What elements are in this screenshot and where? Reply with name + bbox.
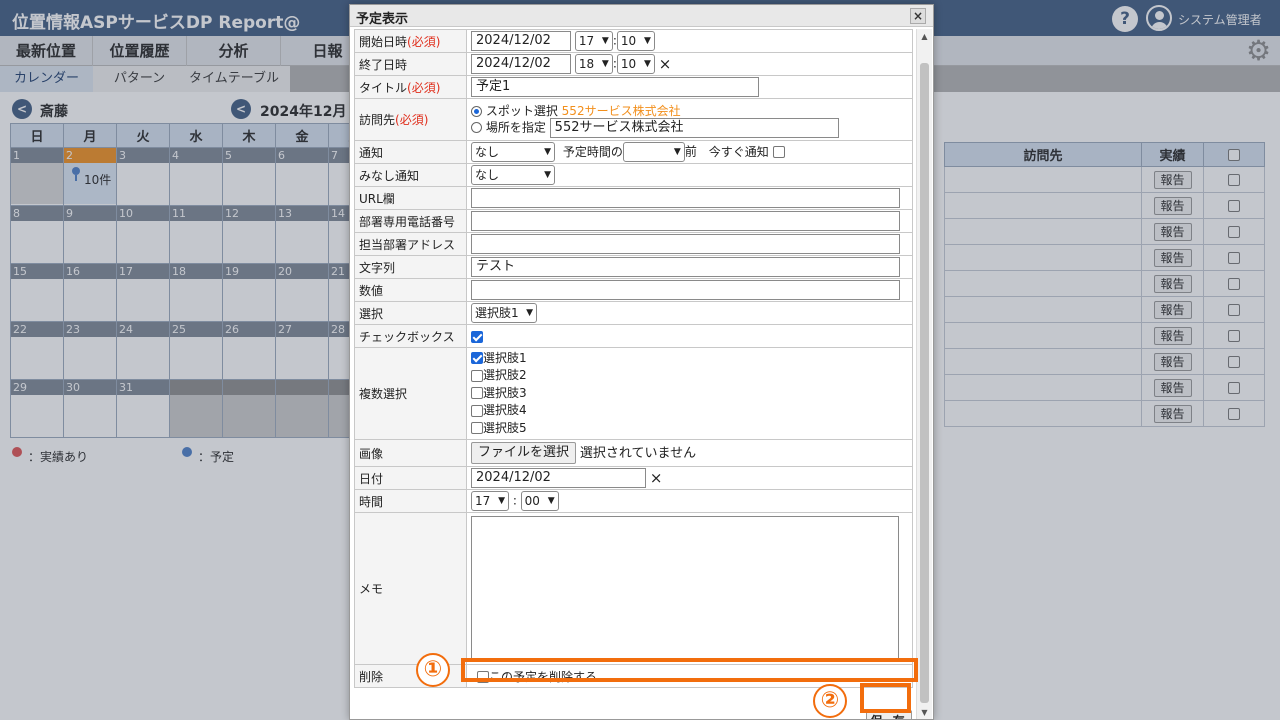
dialog-titlebar: 予定表示 × <box>350 5 933 27</box>
string-input[interactable]: テスト <box>471 257 900 277</box>
time-minute-select[interactable]: 00 ▼ <box>520 491 559 511</box>
end-minute-select[interactable]: 10 ▼ <box>616 54 655 74</box>
field-label-title: タイトル(必須) <box>354 75 467 99</box>
dialog-body: 開始日時(必須) 2024/12/02 17 ▼:10 ▼ 終了日時 2024/12… <box>354 29 914 719</box>
choose-file-button[interactable]: ファイルを選択 <box>471 442 577 465</box>
multi-option-checkbox[interactable] <box>471 369 483 382</box>
field-label-phone: 部署専用電話番号 <box>354 209 467 233</box>
custom-checkbox[interactable] <box>471 330 483 343</box>
place-input[interactable]: 552サービス株式会社 <box>549 117 839 138</box>
field-label-time: 時間 <box>354 489 467 513</box>
field-label-date: 日付 <box>354 466 467 490</box>
schedule-form: 開始日時(必須) 2024/12/02 17 ▼:10 ▼ 終了日時 2024/12… <box>354 29 913 688</box>
field-label-image: 画像 <box>354 439 467 467</box>
field-label-start: 開始日時(必須) <box>354 29 467 53</box>
close-icon[interactable]: × <box>910 8 926 24</box>
title-input[interactable]: 予定1 <box>471 77 759 97</box>
memo-textarea[interactable] <box>471 515 899 662</box>
field-label-checkbox: チェックボックス <box>354 324 467 348</box>
place-specify-radio[interactable] <box>471 122 482 133</box>
notify-before-select[interactable]: ▼ <box>622 142 685 162</box>
start-hour-select[interactable]: 17 ▼ <box>574 31 613 51</box>
field-label-memo: メモ <box>354 512 467 665</box>
clear-end-icon[interactable]: × <box>659 55 672 73</box>
field-label-multi: 複数選択 <box>354 347 467 440</box>
field-label-visit: 訪問先(必須) <box>354 98 467 141</box>
scroll-thumb[interactable] <box>920 63 929 703</box>
notify-now-checkbox[interactable] <box>772 146 785 158</box>
multi-option-checkbox[interactable] <box>471 387 483 400</box>
spot-select-radio[interactable] <box>471 105 482 117</box>
clear-date-icon[interactable]: × <box>650 469 663 487</box>
url-input[interactable] <box>471 188 900 208</box>
schedule-dialog: 予定表示 × 開始日時(必須) 2024/12/02 17 ▼:10 ▼ 終了日時 … <box>349 4 934 720</box>
date-input[interactable]: 2024/12/02 <box>471 468 646 488</box>
file-status: 選択されていません <box>579 445 697 461</box>
callout-marker-1: ① <box>416 653 450 687</box>
field-label-notify: 通知 <box>354 140 467 164</box>
callout-marker-2: ② <box>813 684 847 718</box>
start-minute-select[interactable]: 10 ▼ <box>616 31 655 51</box>
dialog-scrollbar[interactable]: ▲ ▼ <box>916 29 932 719</box>
field-label-choice: 選択 <box>354 301 467 325</box>
number-input[interactable] <box>471 280 900 300</box>
end-date-input[interactable]: 2024/12/02 <box>471 54 571 74</box>
callout-save-highlight <box>860 683 911 713</box>
field-label-address: 担当部署アドレス <box>354 232 467 256</box>
field-label-string: 文字列 <box>354 255 467 279</box>
multi-option-checkbox[interactable] <box>471 404 483 417</box>
time-hour-select[interactable]: 17 ▼ <box>471 491 509 511</box>
scroll-up-icon[interactable]: ▲ <box>917 29 932 45</box>
end-hour-select[interactable]: 18 ▼ <box>574 54 613 74</box>
notify-select[interactable]: なし ▼ <box>471 142 555 162</box>
deemed-notify-select[interactable]: なし ▼ <box>471 165 555 185</box>
multi-option-checkbox[interactable] <box>471 352 483 365</box>
scroll-down-icon[interactable]: ▼ <box>917 705 932 719</box>
field-label-url: URL欄 <box>354 186 467 210</box>
phone-input[interactable] <box>471 211 900 231</box>
multi-option-checkbox[interactable] <box>471 422 483 435</box>
start-date-input[interactable]: 2024/12/02 <box>471 31 571 51</box>
callout-delete-highlight <box>461 658 918 682</box>
dialog-title: 予定表示 <box>356 12 409 27</box>
address-input[interactable] <box>471 234 900 254</box>
field-label-end: 終了日時 <box>354 52 467 76</box>
choice-select[interactable]: 選択肢1 ▼ <box>471 303 537 323</box>
field-label-number: 数値 <box>354 278 467 302</box>
spot-name-link[interactable]: 552サービス株式会社 <box>562 104 681 118</box>
field-label-deemed: みなし通知 <box>354 163 467 187</box>
